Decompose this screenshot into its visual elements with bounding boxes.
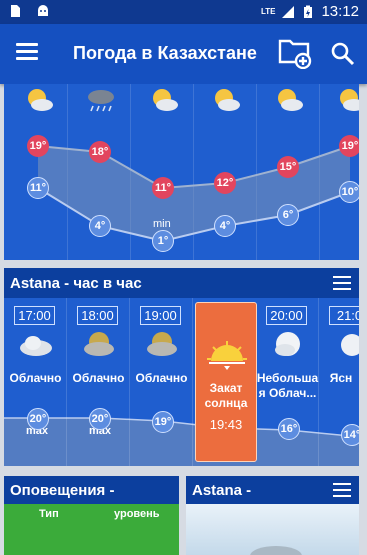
daily-high-temp: 12°	[214, 172, 236, 194]
alerts-col-level: уровень	[114, 508, 160, 520]
condition-label: Облачно	[9, 371, 62, 385]
partly-cloudy-icon	[215, 89, 240, 111]
hourly-column[interactable]: 20:00 Небольша я Облач... 16°	[256, 298, 319, 466]
city-panel-title: Astana -	[192, 482, 252, 499]
daily-high-temp: 18°	[89, 141, 111, 163]
daily-high-temp: 19°	[27, 135, 49, 157]
condition-label: Ясн	[329, 371, 353, 385]
alerts-col-type: Тип	[39, 508, 59, 520]
daily-low-temp: 6°	[277, 204, 299, 226]
menu-icon[interactable]	[333, 483, 351, 497]
hourly-temp: 19°	[152, 411, 174, 433]
hour-label: 19:00	[140, 306, 181, 325]
cloudy-icon	[20, 336, 52, 356]
alerts-header: Оповещения -	[4, 476, 179, 504]
daily-low-temp: 10°	[339, 181, 359, 203]
condition-label: Облачно	[72, 371, 125, 385]
alerts-title: Оповещения -	[10, 482, 115, 499]
hourly-forecast-panel: Astana - час в час 17:00 Облачно max 20°…	[4, 268, 359, 466]
battery-icon	[304, 5, 313, 18]
search-icon[interactable]	[330, 41, 356, 67]
daily-high-temp: 15°	[277, 156, 299, 178]
clear-night-icon	[341, 334, 359, 356]
menu-icon[interactable]	[16, 43, 38, 61]
daily-low-temp: 1°	[152, 230, 174, 252]
app-bar: Погода в Казахстане	[0, 24, 367, 84]
add-folder-icon[interactable]	[278, 37, 312, 69]
hour-label: 21:0	[329, 306, 359, 325]
daily-low-temp: 11°	[27, 177, 49, 199]
sunset-card[interactable]: Закат солнца 19:43	[195, 302, 257, 462]
cloudy-icon	[147, 332, 177, 356]
partly-cloudy-icon	[153, 89, 178, 111]
condition-label: Небольша я Облач...	[256, 371, 319, 400]
city-panel-body	[186, 504, 359, 555]
partly-cloudy-icon	[278, 89, 303, 111]
hourly-temp: 20°	[89, 408, 111, 430]
hourly-column[interactable]: 21:0 Ясн 14°	[319, 298, 359, 466]
sunset-label: Закат солнца	[204, 381, 248, 410]
hour-label: 18:00	[77, 306, 118, 325]
partly-cloudy-icon	[28, 89, 53, 111]
daily-forecast-panel: 19° 18° 11° 12° 15° 19° 11° 4° min 1° 4°…	[4, 84, 359, 260]
rain-icon	[88, 90, 114, 112]
android-icon	[38, 5, 48, 16]
cloud-icon	[250, 546, 302, 555]
network-label: LTE	[260, 7, 276, 16]
hourly-temp: 14°	[341, 424, 359, 446]
hourly-column[interactable]: 19:00 Облачно 19°	[130, 298, 193, 466]
hour-label: 20:00	[266, 306, 307, 325]
sunset-time: 19:43	[209, 417, 243, 432]
partly-cloudy-icon	[340, 89, 359, 111]
status-bar: LTE 13:12	[0, 0, 367, 24]
sd-card-icon	[11, 5, 20, 17]
min-label: min	[153, 218, 171, 230]
condition-label: Облачно	[135, 371, 188, 385]
hourly-temp: 16°	[278, 418, 300, 440]
hourly-column[interactable]: 18:00 Облачно max 20°	[67, 298, 130, 466]
hourly-temp: 20°	[27, 408, 49, 430]
hour-label: 17:00	[14, 306, 55, 325]
city-panel[interactable]: Astana -	[186, 476, 359, 555]
city-panel-header: Astana -	[186, 476, 359, 504]
daily-high-temp: 19°	[339, 135, 359, 157]
temperature-graph	[37, 145, 351, 243]
alerts-body: Тип уровень	[4, 504, 179, 555]
daily-low-temp: 4°	[214, 215, 236, 237]
clock: 13:12	[321, 3, 359, 20]
partly-cloudy-night-icon	[275, 332, 300, 356]
daily-low-temp: 4°	[89, 215, 111, 237]
cloudy-icon	[84, 332, 114, 356]
signal-icon	[282, 5, 295, 18]
alerts-panel[interactable]: Оповещения - Тип уровень	[4, 476, 179, 555]
hourly-column[interactable]: 17:00 Облачно max 20°	[4, 298, 67, 466]
app-title: Погода в Казахстане	[73, 43, 257, 63]
daily-high-temp: 11°	[152, 177, 174, 199]
sunset-icon	[207, 341, 247, 370]
